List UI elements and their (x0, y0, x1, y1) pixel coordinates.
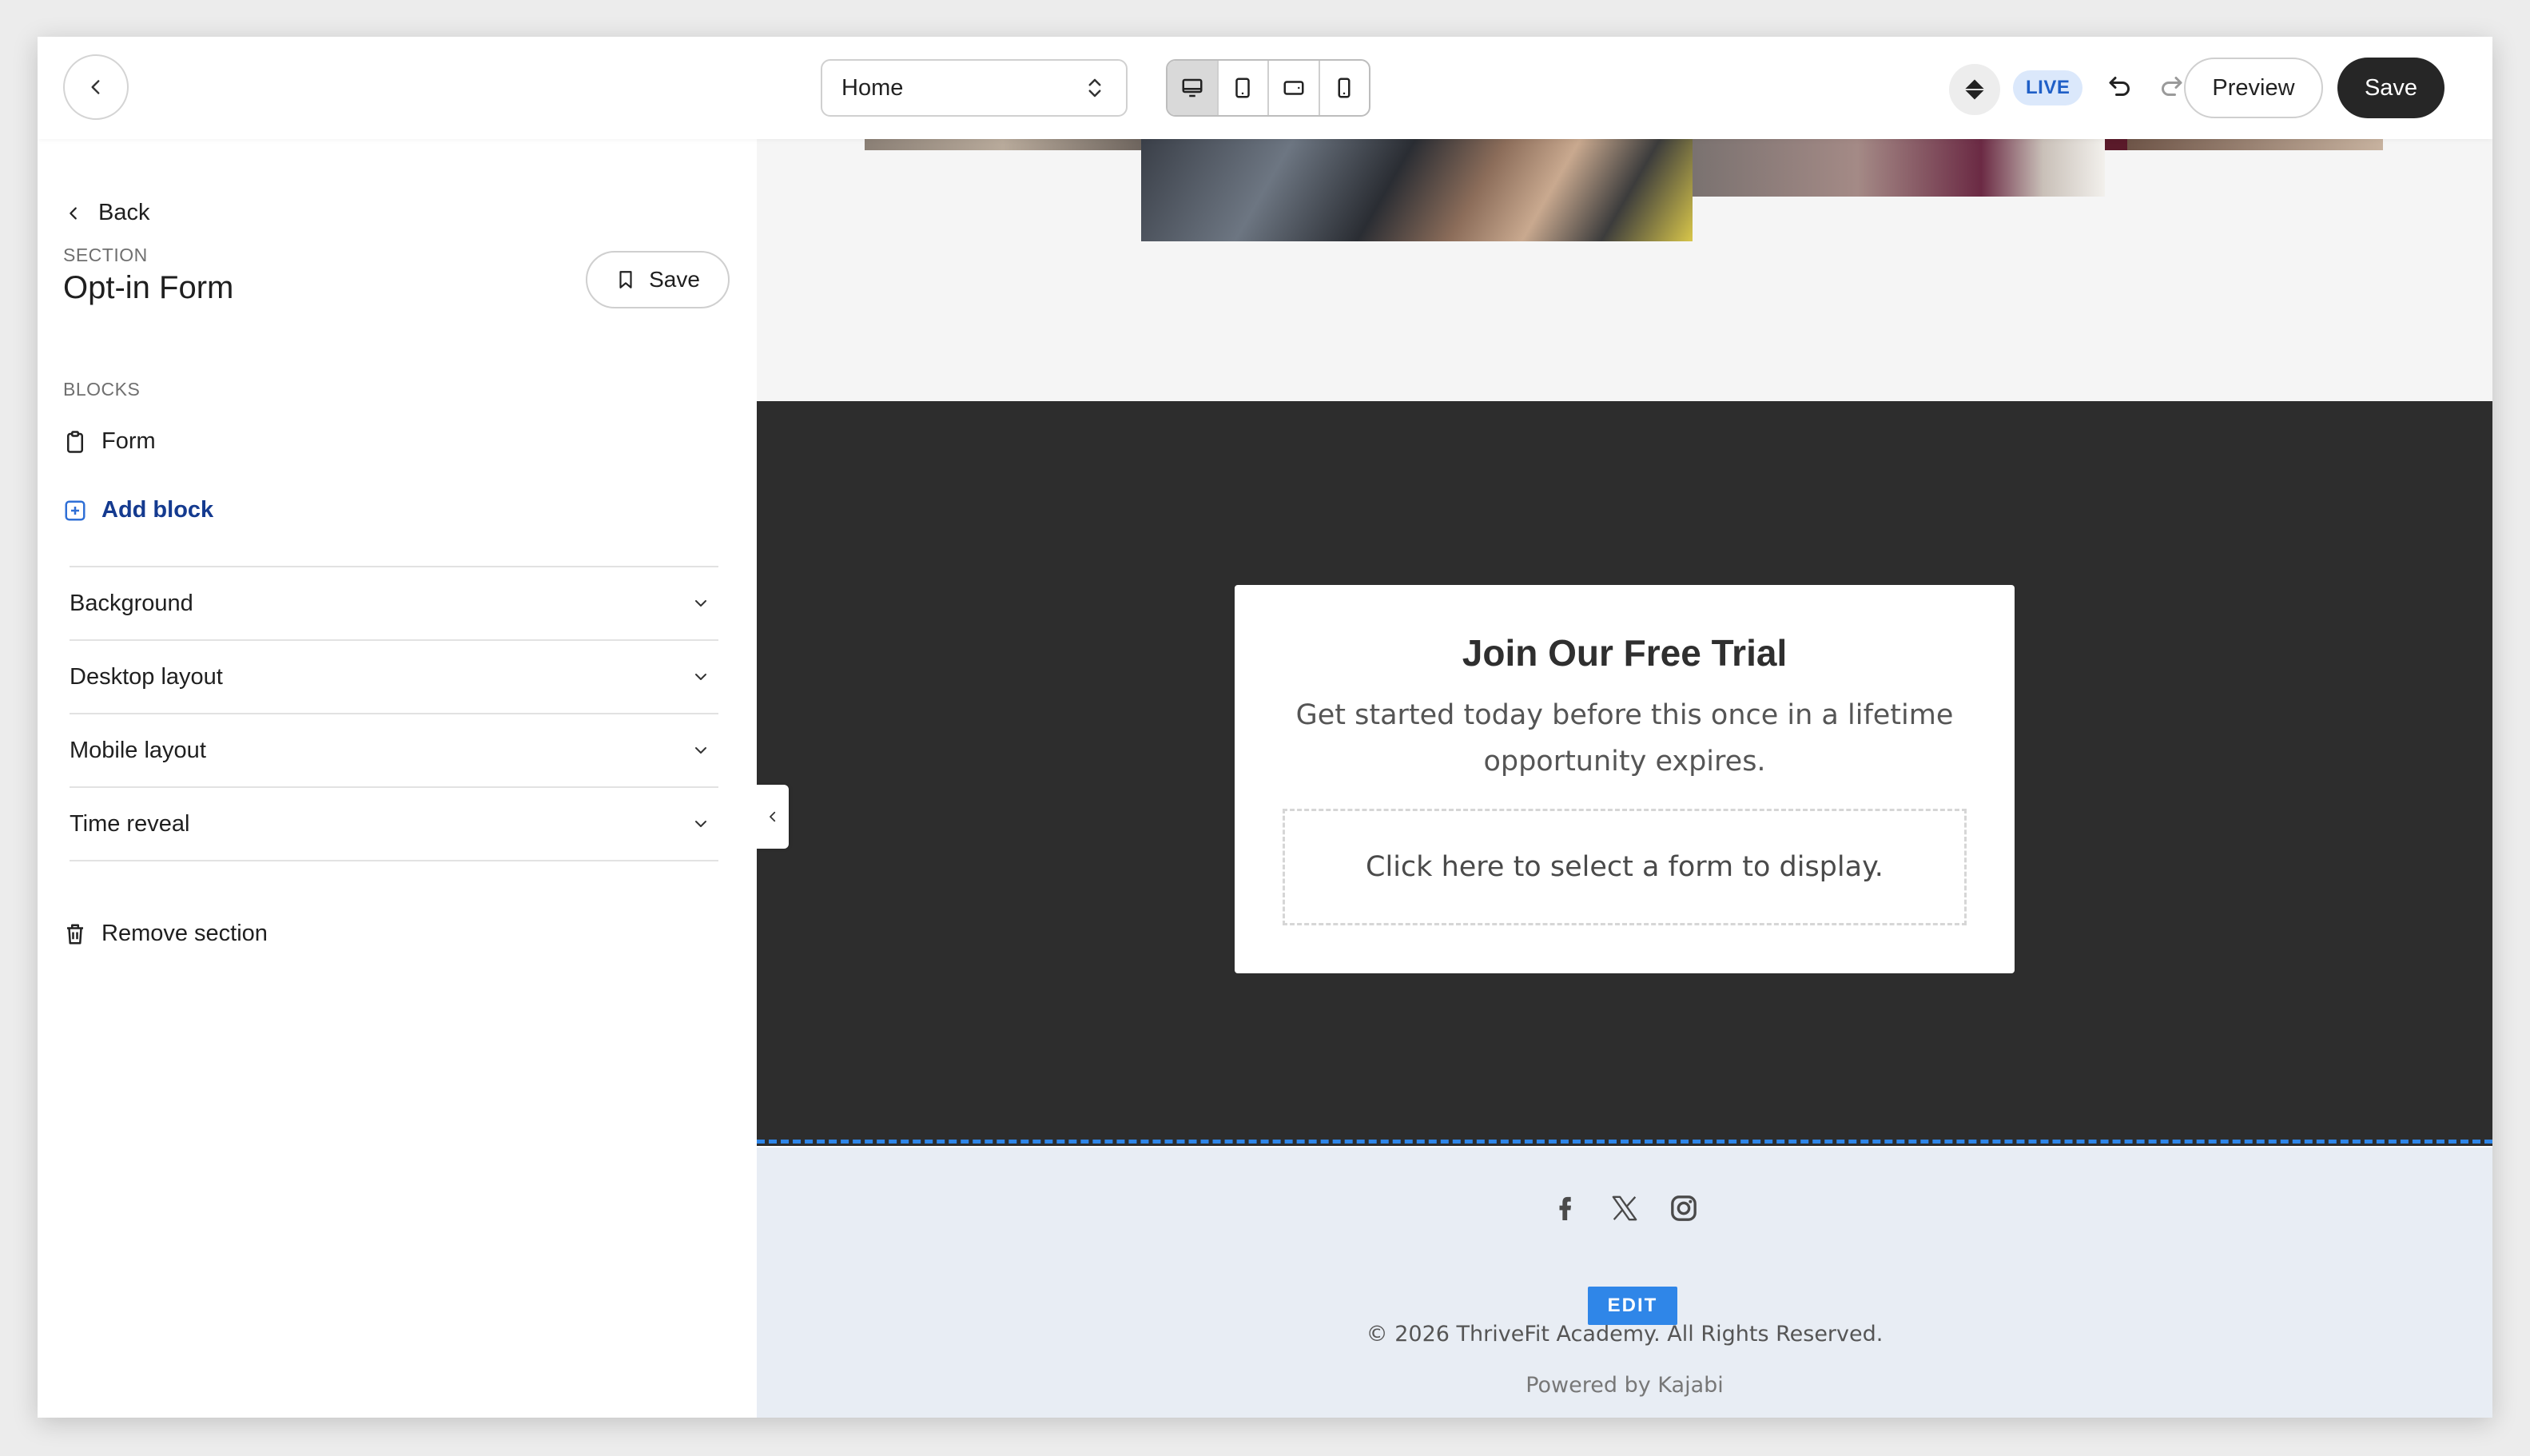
block-item-label: Form (101, 428, 156, 454)
back-label: Back (98, 200, 150, 225)
optin-form-section[interactable]: Join Our Free Trial Get started today be… (757, 401, 2492, 1146)
exit-editor-button[interactable] (63, 54, 129, 120)
device-mobile-button[interactable] (1320, 61, 1370, 115)
facebook-icon[interactable] (1549, 1192, 1581, 1224)
undo-icon (2109, 77, 2130, 96)
accordion-label: Time reveal (70, 810, 190, 837)
optin-title: Join Our Free Trial (1462, 632, 1788, 674)
remove-section-button[interactable]: Remove section (63, 921, 268, 947)
accordion-label: Mobile layout (70, 737, 206, 763)
chevron-left-icon (770, 811, 776, 822)
accordion-desktop-layout[interactable]: Desktop layout (70, 639, 718, 713)
trash-icon (67, 924, 83, 944)
chevron-down-icon (695, 674, 706, 680)
blocks-eyebrow: BLOCKS (63, 379, 141, 400)
section-title: Opt-in Form (63, 270, 234, 305)
redo-button[interactable] (2157, 72, 2186, 105)
device-tablet-landscape-button[interactable] (1269, 61, 1320, 115)
page-select-value: Home (841, 74, 904, 101)
back-link[interactable]: Back (65, 200, 149, 226)
accordion-label: Background (70, 590, 193, 616)
settings-accordion: Background Desktop layout Mobile layout … (70, 566, 718, 861)
section-eyebrow: SECTION (63, 245, 148, 265)
device-switcher (1166, 59, 1370, 117)
chevron-left-icon (91, 80, 100, 94)
chevron-updown-icon (1088, 78, 1101, 97)
redo-icon (2162, 77, 2182, 96)
save-button[interactable]: Save (2337, 58, 2444, 118)
device-desktop-button[interactable] (1168, 61, 1219, 115)
mobile-icon (1338, 78, 1351, 98)
optin-subtitle: Get started today before this once in a … (1295, 699, 1954, 778)
clipboard-icon (67, 430, 83, 453)
chevron-down-icon (695, 600, 706, 607)
optin-card: Join Our Free Trial Get started today be… (1235, 585, 2015, 973)
remove-section-label: Remove section (101, 921, 268, 946)
undo-button[interactable] (2106, 72, 2134, 105)
form-placeholder[interactable]: Click here to select a form to display. (1283, 809, 1967, 925)
gallery-photo (2105, 139, 2127, 150)
editor-window: Home LIVE Preview Save Back SECTION Opt-… (38, 37, 2492, 1418)
accordion-label: Desktop layout (70, 663, 223, 690)
save-section-button[interactable]: Save (586, 251, 730, 308)
device-tablet-button[interactable] (1219, 61, 1269, 115)
accordion-time-reveal[interactable]: Time reveal (70, 786, 718, 861)
live-status-badge: LIVE (2013, 70, 2083, 105)
gallery-photo (865, 139, 1141, 150)
x-icon[interactable] (1609, 1192, 1641, 1224)
add-block-button[interactable]: Add block (63, 497, 213, 523)
save-section-label: Save (649, 267, 700, 292)
powered-by-text: Powered by Kajabi (1526, 1373, 1724, 1398)
preview-button[interactable]: Preview (2184, 58, 2323, 118)
desktop-icon (1182, 78, 1203, 97)
social-links (757, 1192, 2492, 1224)
copyright-text: © 2026 ThriveFit Academy. All Rights Res… (1366, 1322, 1884, 1347)
plus-square-icon (65, 500, 86, 520)
top-toolbar: Home LIVE Preview Save (38, 37, 2492, 139)
gallery-photo (2127, 139, 2383, 150)
add-block-label: Add block (101, 497, 214, 523)
gallery-photo (1141, 139, 1693, 241)
upgrade-button[interactable] (1949, 64, 2000, 115)
edit-footer-button[interactable]: EDIT (1588, 1287, 1677, 1325)
section-selected-outline (757, 1140, 2492, 1144)
collapse-sidebar-button[interactable] (757, 785, 789, 849)
block-item-form[interactable]: Form (63, 428, 156, 455)
diamond-icon (1964, 79, 1985, 100)
chevron-left-icon (70, 206, 77, 220)
page-preview-canvas: Join Our Free Trial Get started today be… (757, 139, 2492, 1418)
accordion-background[interactable]: Background (70, 566, 718, 639)
tablet-landscape-icon (1283, 81, 1304, 95)
page-select[interactable]: Home (821, 59, 1128, 117)
gallery-photo (1693, 139, 2105, 197)
image-gallery-section[interactable] (757, 139, 2492, 401)
chevron-down-icon (695, 747, 706, 754)
accordion-mobile-layout[interactable]: Mobile layout (70, 713, 718, 786)
instagram-icon[interactable] (1668, 1192, 1700, 1224)
footer-section[interactable]: EDIT © 2026 ThriveFit Academy. All Right… (757, 1148, 2492, 1418)
bookmark-icon (619, 271, 632, 288)
chevron-down-icon (695, 821, 706, 827)
settings-sidebar: Back SECTION Opt-in Form Save BLOCKS For… (38, 139, 757, 1418)
tablet-icon (1235, 78, 1250, 98)
